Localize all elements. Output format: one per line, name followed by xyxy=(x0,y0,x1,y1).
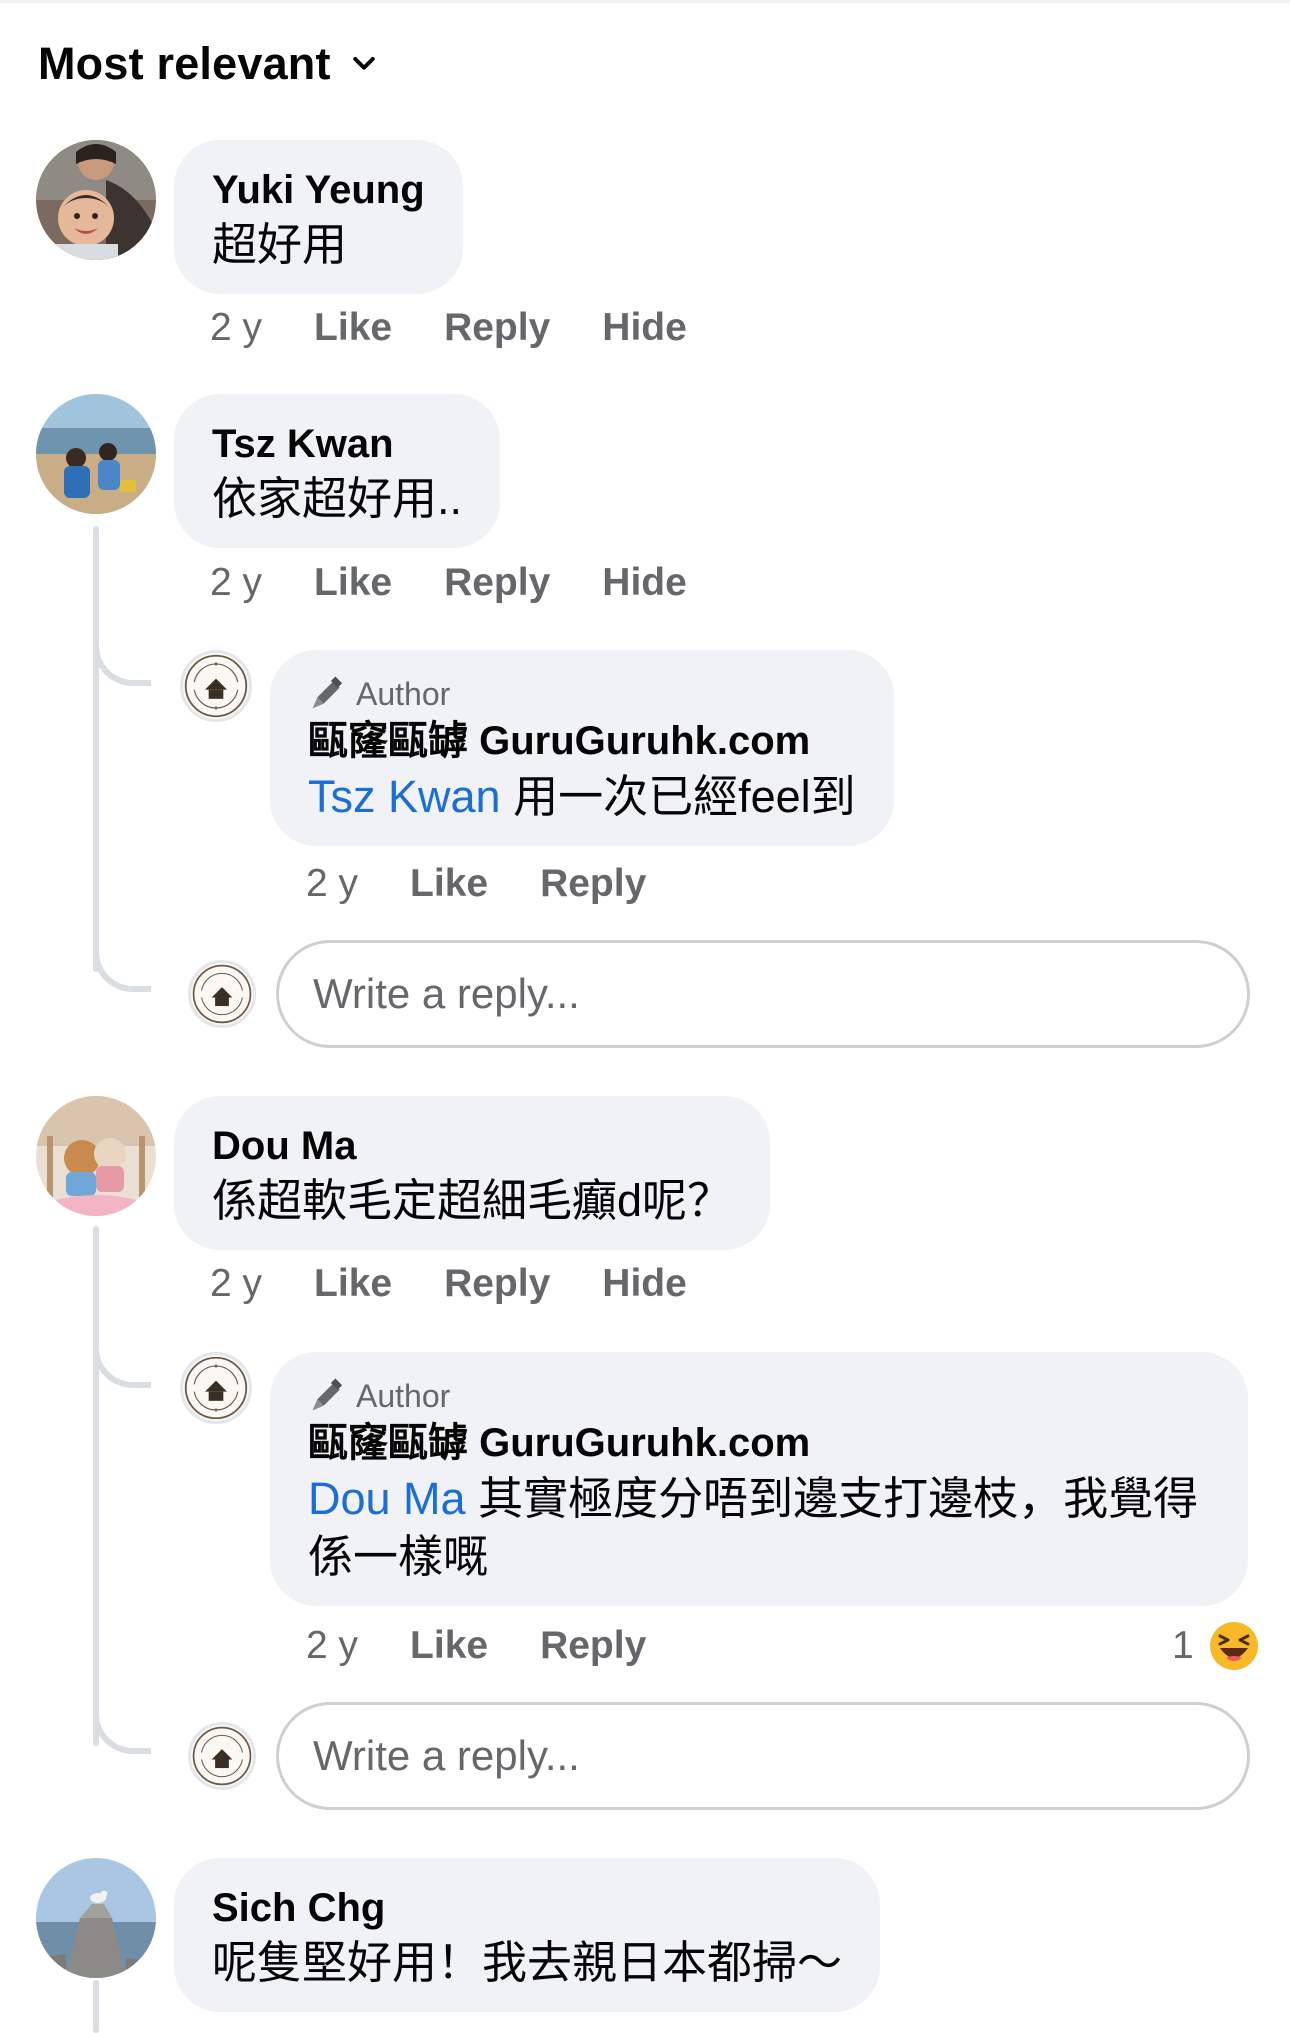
sort-label: Most relevant xyxy=(38,38,331,89)
comment-author[interactable]: Tsz Kwan xyxy=(212,418,462,470)
avatar-yuki-yeung[interactable] xyxy=(36,140,156,260)
author-badge: Author xyxy=(308,1376,1210,1416)
reply-timestamp[interactable]: 2 y xyxy=(306,1624,358,1668)
like-button[interactable]: Like xyxy=(314,306,392,350)
haha-emoji-icon xyxy=(1209,1622,1258,1670)
like-button[interactable]: Like xyxy=(410,1624,488,1668)
comment-text: 係超軟毛定超細毛癲d呢？ xyxy=(212,1175,733,1226)
comment-actions: 2 y Like Reply Hide xyxy=(210,306,739,350)
reply-author[interactable]: 甌窿甌罅 GuruGuruhk.com xyxy=(308,714,856,768)
author-badge: Author xyxy=(308,674,856,714)
pen-icon xyxy=(312,676,343,709)
reply-button[interactable]: Reply xyxy=(444,1262,550,1306)
comment-text: 呢隻堅好用！我去親日本都掃～ xyxy=(212,1937,843,1988)
thread-line xyxy=(93,1980,99,2033)
comment-timestamp[interactable]: 2 y xyxy=(210,561,262,605)
thread-connector xyxy=(93,1700,151,1754)
top-divider xyxy=(0,0,1290,3)
reply-input[interactable] xyxy=(276,1702,1250,1810)
reply-input[interactable] xyxy=(276,940,1250,1048)
hide-button[interactable]: Hide xyxy=(602,561,687,605)
thread-line xyxy=(93,526,99,972)
mention-link[interactable]: Tsz Kwan xyxy=(308,771,501,822)
avatar-page-guruguru[interactable] xyxy=(180,1352,252,1424)
avatar-sich-chg[interactable] xyxy=(36,1858,156,1978)
comment-bubble: Yuki Yeung 超好用 xyxy=(174,140,463,294)
reply-bubble: Author 甌窿甌罅 GuruGuruhk.com Tsz Kwan 用一次已… xyxy=(270,650,894,846)
like-button[interactable]: Like xyxy=(314,1262,392,1306)
reply-actions: 2 y Like Reply xyxy=(306,862,698,906)
reply-timestamp[interactable]: 2 y xyxy=(306,862,358,906)
comment-author[interactable]: Sich Chg xyxy=(212,1882,842,1934)
reply-button[interactable]: Reply xyxy=(444,306,550,350)
avatar-dou-ma[interactable] xyxy=(36,1096,156,1216)
sort-selector[interactable]: Most relevant xyxy=(38,38,379,90)
comment-author[interactable]: Yuki Yeung xyxy=(212,164,425,216)
reply-text: Tsz Kwan 用一次已經feel到 xyxy=(308,768,856,826)
comment-timestamp[interactable]: 2 y xyxy=(210,1262,262,1306)
comment-bubble: Dou Ma 係超軟毛定超細毛癲d呢？ xyxy=(174,1096,771,1250)
reply-button[interactable]: Reply xyxy=(540,862,646,906)
reaction-count: 1 xyxy=(1172,1624,1194,1667)
avatar-page-guruguru[interactable] xyxy=(180,650,252,722)
reply-bubble: Author 甌窿甌罅 GuruGuruhk.com Dou Ma 其實極度分唔… xyxy=(270,1352,1248,1606)
reply-button[interactable]: Reply xyxy=(540,1624,646,1668)
hide-button[interactable]: Hide xyxy=(602,306,687,350)
comment-actions: 2 y Like Reply Hide xyxy=(210,561,739,605)
author-badge-label: Author xyxy=(356,1378,451,1414)
reply-actions: 2 y Like Reply xyxy=(306,1624,698,1668)
author-badge-label: Author xyxy=(356,676,451,712)
mention-link[interactable]: Dou Ma xyxy=(308,1473,466,1524)
reply-text: Dou Ma 其實極度分唔到邊支打邊枝，我覺得係一樣嘅 xyxy=(308,1470,1210,1586)
comment-text: 依家超好用.. xyxy=(212,473,463,524)
comment-bubble: Sich Chg 呢隻堅好用！我去親日本都掃～ xyxy=(174,1858,881,2012)
avatar-tsz-kwan[interactable] xyxy=(36,394,156,514)
reply-button[interactable]: Reply xyxy=(444,561,550,605)
comment-actions: 2 y Like Reply Hide xyxy=(210,1262,739,1306)
thread-connector xyxy=(93,632,151,686)
comment-timestamp[interactable]: 2 y xyxy=(210,306,262,350)
avatar-current-user xyxy=(188,1722,256,1790)
thread-connector xyxy=(93,1334,151,1388)
comment-bubble: Tsz Kwan 依家超好用.. xyxy=(174,394,501,548)
reaction-summary[interactable]: 1 xyxy=(1172,1620,1260,1672)
comment-author[interactable]: Dou Ma xyxy=(212,1120,732,1172)
thread-connector xyxy=(93,938,151,992)
like-button[interactable]: Like xyxy=(410,862,488,906)
hide-button[interactable]: Hide xyxy=(602,1262,687,1306)
comment-text: 超好用 xyxy=(212,219,348,270)
chevron-down-icon xyxy=(352,57,375,70)
pen-icon xyxy=(312,1378,343,1411)
reply-text-body: 用一次已經feel到 xyxy=(500,771,856,822)
like-button[interactable]: Like xyxy=(314,561,392,605)
avatar-current-user xyxy=(188,960,256,1028)
reply-author[interactable]: 甌窿甌罅 GuruGuruhk.com xyxy=(308,1416,1210,1470)
thread-line xyxy=(93,1226,99,1746)
